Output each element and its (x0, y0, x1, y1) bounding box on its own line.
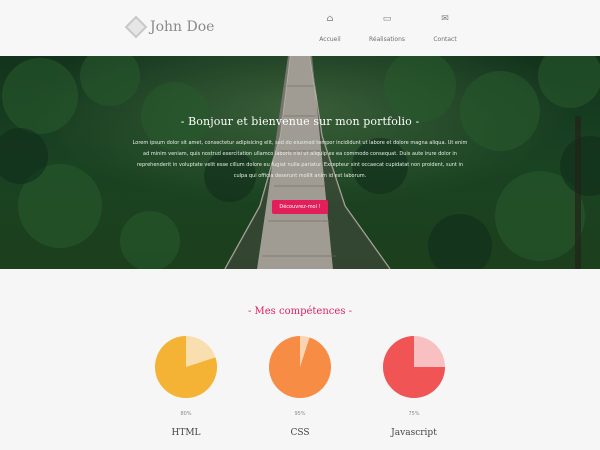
hero-banner: - Bonjour et bienvenue sur mon portfolio… (0, 56, 600, 269)
skill-percent: 80% (180, 411, 192, 417)
discover-button[interactable]: Découvrez-moi ! (272, 200, 328, 214)
skill-pie-chart (155, 336, 217, 398)
skill-percent: 95% (294, 411, 306, 417)
logo[interactable]: John Doe (124, 15, 215, 39)
nav-label-realisations: Réalisations (368, 36, 406, 43)
nav-item-accueil[interactable]: ⌂ Accueil (300, 14, 360, 45)
home-icon: ⌂ (326, 14, 334, 24)
skill-html: 80% HTML (154, 335, 218, 438)
skill-percent: 75% (408, 411, 420, 417)
skill-javascript: 75% Javascript (382, 335, 446, 438)
pie-slice (269, 336, 331, 398)
skill-name: CSS (290, 428, 310, 438)
nav-item-realisations[interactable]: ▭ Réalisations (357, 14, 417, 45)
skills-title: - Mes compétences - (247, 306, 353, 317)
nav-label-contact: Contact (433, 36, 457, 43)
skill-pie-chart (383, 336, 445, 398)
main-nav: ⌂ Accueil ▭ Réalisations ✉ Contact (300, 14, 480, 44)
hero-title: - Bonjour et bienvenue sur mon portfolio… (180, 115, 420, 128)
folder-open-icon: ▭ (382, 14, 392, 24)
skills-section: - Mes compétences - 80% HTML 95% CSS 75%… (0, 269, 600, 450)
skill-pie-chart (269, 336, 331, 398)
skill-name: Javascript (391, 428, 437, 438)
nav-label-accueil: Accueil (319, 36, 341, 43)
skill-css: 95% CSS (268, 335, 332, 438)
logo-text: John Doe (150, 19, 215, 35)
site-header: John Doe ⌂ Accueil ▭ Réalisations ✉ Cont… (0, 0, 600, 56)
hero-content: - Bonjour et bienvenue sur mon portfolio… (0, 115, 600, 214)
logo-diamond-icon (124, 15, 148, 39)
mail-icon: ✉ (441, 14, 449, 24)
hero-paragraph: Lorem ipsum dolor sit amet, consectetur … (132, 140, 468, 179)
nav-item-contact[interactable]: ✉ Contact (415, 14, 475, 45)
skill-name: HTML (171, 428, 201, 438)
